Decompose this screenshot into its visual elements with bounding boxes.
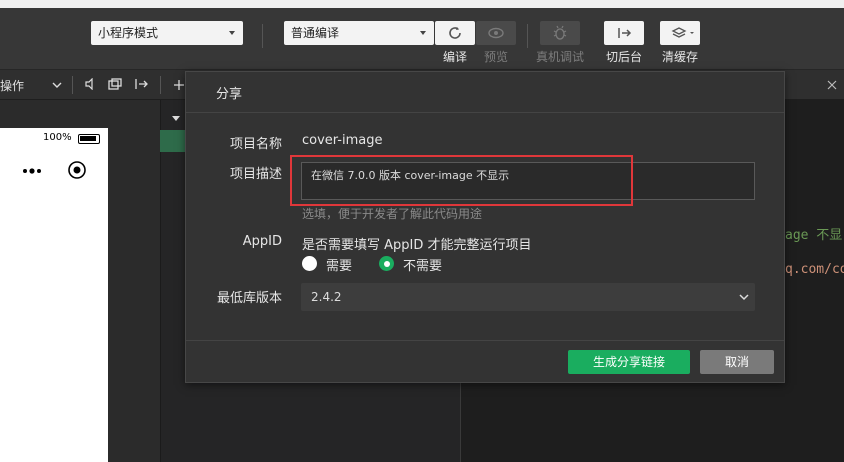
chevron-down-icon[interactable]	[52, 81, 62, 89]
clear-cache-button[interactable]	[660, 21, 700, 45]
compile-button[interactable]	[435, 21, 475, 45]
more-icon[interactable]	[22, 167, 44, 175]
generate-share-link-button[interactable]: 生成分享链接	[568, 350, 690, 374]
simulator-frame-top	[0, 100, 108, 128]
refresh-icon	[449, 27, 461, 39]
appid-question: 是否需要填写 AppID 才能完整运行项目	[302, 238, 532, 253]
remote-debug-label: 真机调试	[535, 50, 584, 64]
switch-background-button[interactable]	[604, 21, 644, 45]
battery-icon	[78, 134, 100, 144]
dialog-divider	[186, 112, 784, 113]
appid-need-radio[interactable]	[302, 256, 317, 271]
subbar-divider	[72, 76, 73, 94]
code-line: age 不显	[785, 228, 843, 243]
chevron-down-icon	[739, 294, 749, 301]
min-version-value: 2.4.2	[311, 290, 342, 304]
chevron-down-icon	[420, 31, 426, 35]
file-tree-selected-item[interactable]	[160, 130, 186, 152]
close-icon[interactable]	[827, 80, 837, 90]
appid-need-label[interactable]: 需要	[326, 255, 352, 274]
min-version-label: 最低库版本	[216, 291, 282, 306]
simulator-screen: 100%	[0, 128, 108, 462]
dialog-title: 分享	[216, 87, 243, 102]
toolbar: 小程序模式 普通编译 编译 预览 真机调试 切后台 清缓存	[0, 8, 844, 70]
dock-right-icon[interactable]	[134, 78, 150, 90]
project-name-value: cover-image	[302, 133, 383, 148]
operation-menu[interactable]: 操作	[0, 77, 24, 94]
title-strip	[0, 0, 844, 8]
ide-window: 小程序模式 普通编译 编译 预览 真机调试 切后台 清缓存 操作 100% ag…	[0, 0, 844, 462]
cancel-button[interactable]: 取消	[700, 350, 774, 374]
min-version-select[interactable]: 2.4.2	[301, 283, 755, 311]
share-dialog: 分享 项目名称 cover-image 项目描述 在微信 7.0.0 版本 co…	[185, 71, 785, 383]
mode-select[interactable]: 小程序模式	[91, 21, 243, 45]
caret-down-icon[interactable]	[171, 115, 181, 123]
code-line: q.com/co	[785, 262, 844, 277]
highlight-box	[290, 155, 633, 206]
appid-no-need-radio[interactable]	[379, 256, 394, 271]
preview-label: 预览	[483, 50, 508, 64]
switch-background-icon	[618, 28, 632, 38]
chevron-down-icon	[229, 31, 235, 35]
layers-icon	[671, 27, 694, 38]
battery-percent: 100%	[43, 132, 72, 143]
remote-debug-button[interactable]	[540, 21, 580, 45]
appid-label: AppID	[242, 234, 282, 249]
project-desc-label: 项目描述	[229, 167, 282, 182]
record-icon[interactable]	[67, 160, 87, 180]
compile-select[interactable]: 普通编译	[284, 21, 434, 45]
plus-icon[interactable]	[173, 79, 185, 91]
switch-background-label: 切后台	[605, 50, 642, 64]
appid-no-need-label[interactable]: 不需要	[403, 255, 442, 274]
bug-icon	[553, 25, 567, 40]
toolbar-divider	[262, 24, 263, 48]
eye-icon	[488, 27, 504, 39]
clear-cache-label: 清缓存	[661, 50, 698, 64]
subbar-divider	[160, 76, 161, 94]
volume-icon[interactable]	[84, 78, 96, 90]
dialog-divider	[186, 340, 784, 341]
compile-select-label: 普通编译	[291, 26, 340, 40]
toolbar-divider	[527, 24, 528, 48]
window-icon[interactable]	[108, 78, 122, 90]
preview-button[interactable]	[476, 21, 516, 45]
project-desc-hint: 选填，便于开发者了解此代码用途	[302, 207, 483, 221]
mode-select-label: 小程序模式	[98, 26, 159, 40]
project-name-label: 项目名称	[229, 137, 282, 152]
